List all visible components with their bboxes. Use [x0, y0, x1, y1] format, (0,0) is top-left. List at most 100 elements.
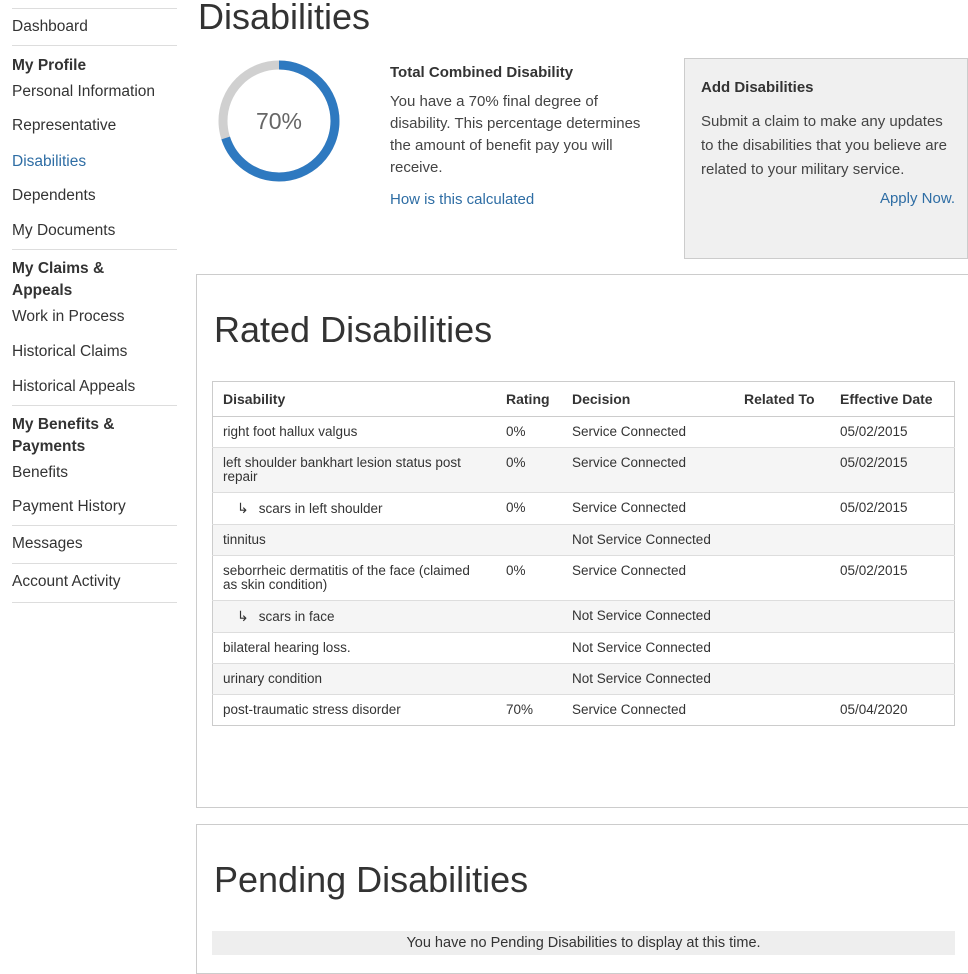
cell-related-to	[734, 694, 830, 726]
cell-rating: 0%	[496, 447, 562, 493]
sidebar-item-messages[interactable]: Messages	[12, 535, 177, 553]
sidebar-heading-claims-line1: My Claims &	[12, 260, 105, 277]
sidebar-nav: Dashboard My Profile Personal Informatio…	[12, 8, 177, 603]
sidebar-heading-benefits-line2: Payments	[12, 438, 86, 455]
table-row: bilateral hearing loss. Not Service Conne…	[212, 632, 955, 664]
sidebar-item-benefits[interactable]: Benefits	[12, 464, 177, 482]
cell-decision: Service Connected	[562, 416, 734, 448]
sidebar-heading-claims-line2: Appeals	[12, 282, 73, 299]
col-decision: Decision	[562, 381, 734, 417]
rated-disabilities-panel: Rated Disabilities Disability Rating Dec…	[196, 274, 968, 808]
cell-disability: ↳ scars in face	[212, 600, 496, 633]
sidebar-item-historical-claims[interactable]: Historical Claims	[12, 343, 177, 361]
cell-rating: 0%	[496, 492, 562, 525]
add-disabilities-box: Add Disabilities Submit a claim to make …	[684, 58, 968, 259]
tcd-description: You have a 70% final degree of disabilit…	[390, 93, 641, 176]
cell-rating	[496, 632, 562, 664]
tcd-title: Total Combined Disability	[390, 64, 574, 81]
cell-related-to	[734, 447, 830, 493]
table-row: ↳ scars in left shoulder 0% Service Connect…	[212, 492, 955, 525]
cell-related-to	[734, 524, 830, 556]
cell-rating	[496, 524, 562, 556]
cell-decision: Not Service Connected	[562, 663, 734, 695]
cell-effective-date	[830, 632, 955, 664]
cell-effective-date: 05/02/2015	[830, 492, 955, 525]
sidebar-divider	[12, 602, 177, 603]
sidebar-divider	[12, 45, 177, 46]
cell-decision: Service Connected	[562, 447, 734, 493]
rated-disabilities-table: Disability Rating Decision Related To Ef…	[212, 381, 955, 726]
how-calculated-link[interactable]: How is this calculated	[390, 191, 650, 208]
sidebar-heading-benefits-line1: My Benefits &	[12, 416, 115, 433]
pending-disabilities-panel: Pending Disabilities You have no Pending…	[196, 824, 968, 974]
apply-now-link[interactable]: Apply Now.	[701, 190, 955, 207]
table-row: left shoulder bankhart lesion status pos…	[212, 447, 955, 493]
sidebar-divider	[12, 8, 177, 9]
table-row: post-traumatic stress disorder 70% Service…	[212, 694, 955, 726]
cell-related-to	[734, 600, 830, 633]
cell-disability: bilateral hearing loss.	[212, 632, 496, 664]
add-disabilities-text: Submit a claim to make any updates to th…	[701, 113, 947, 178]
cell-disability: right foot hallux valgus	[212, 416, 496, 448]
page-title: Disabilities	[198, 0, 371, 37]
cell-effective-date: 05/02/2015	[830, 555, 955, 601]
table-row: right foot hallux valgus 0% Service Connec…	[212, 416, 955, 448]
cell-effective-date	[830, 600, 955, 633]
cell-decision: Service Connected	[562, 492, 734, 525]
cell-decision: Not Service Connected	[562, 600, 734, 633]
sidebar-item-dashboard[interactable]: Dashboard	[12, 18, 177, 36]
sidebar-item-disabilities[interactable]: Disabilities	[12, 153, 177, 171]
sub-disability-label: scars in face	[258, 609, 335, 624]
sidebar-divider	[12, 563, 177, 564]
cell-disability: left shoulder bankhart lesion status pos…	[212, 447, 496, 493]
cell-related-to	[734, 632, 830, 664]
table-row: tinnitus Not Service Connected	[212, 524, 955, 556]
total-combined-disability: Total Combined Disability You have a 70%…	[390, 64, 650, 208]
col-related-to: Related To	[734, 381, 830, 417]
sub-disability-label: scars in left shoulder	[258, 501, 383, 516]
cell-effective-date: 05/02/2015	[830, 416, 955, 448]
cell-rating: 0%	[496, 416, 562, 448]
sidebar-divider	[12, 525, 177, 526]
cell-disability: ↳ scars in left shoulder	[212, 492, 496, 525]
cell-decision: Service Connected	[562, 555, 734, 601]
cell-rating: 70%	[496, 694, 562, 726]
cell-decision: Service Connected	[562, 694, 734, 726]
cell-decision: Not Service Connected	[562, 632, 734, 664]
cell-effective-date: 05/04/2020	[830, 694, 955, 726]
sidebar-item-work-in-process[interactable]: Work in Process	[12, 308, 177, 326]
cell-related-to	[734, 492, 830, 525]
cell-disability: seborrheic dermatitis of the face (claim…	[212, 555, 496, 601]
col-rating: Rating	[496, 381, 562, 417]
cell-disability: urinary condition	[212, 663, 496, 695]
cell-rating	[496, 663, 562, 695]
cell-disability: post-traumatic stress disorder	[212, 694, 496, 726]
table-header-row: Disability Rating Decision Related To Ef…	[212, 381, 955, 417]
table-row: ↳ scars in face Not Service Connected	[212, 600, 955, 633]
rated-disabilities-title: Rated Disabilities	[214, 309, 493, 350]
sidebar-item-representative[interactable]: Representative	[12, 117, 177, 135]
combined-percent-label: 70%	[255, 107, 303, 134]
pending-disabilities-title: Pending Disabilities	[214, 859, 529, 900]
rated-table-body: right foot hallux valgus 0% Service Connec…	[212, 416, 955, 726]
table-row: urinary condition Not Service Connected	[212, 663, 955, 695]
sidebar-item-account-activity[interactable]: Account Activity	[12, 573, 177, 591]
col-disability: Disability	[212, 381, 496, 417]
cell-effective-date: 05/02/2015	[830, 447, 955, 493]
table-row: seborrheic dermatitis of the face (claim…	[212, 555, 955, 601]
no-pending-message: You have no Pending Disabilities to disp…	[212, 931, 955, 955]
sidebar-divider	[12, 405, 177, 406]
sidebar-item-historical-appeals[interactable]: Historical Appeals	[12, 378, 177, 396]
col-effective-date: Effective Date	[830, 381, 955, 417]
cell-effective-date	[830, 663, 955, 695]
cell-effective-date	[830, 524, 955, 556]
cell-related-to	[734, 555, 830, 601]
sidebar-item-dependents[interactable]: Dependents	[12, 187, 177, 205]
sidebar-divider	[12, 249, 177, 250]
cell-rating	[496, 600, 562, 633]
cell-rating: 0%	[496, 555, 562, 601]
sidebar-item-personal-information[interactable]: Personal Information	[12, 83, 177, 101]
cell-disability: tinnitus	[212, 524, 496, 556]
sidebar-item-my-documents[interactable]: My Documents	[12, 222, 177, 240]
sidebar-item-payment-history[interactable]: Payment History	[12, 498, 177, 516]
